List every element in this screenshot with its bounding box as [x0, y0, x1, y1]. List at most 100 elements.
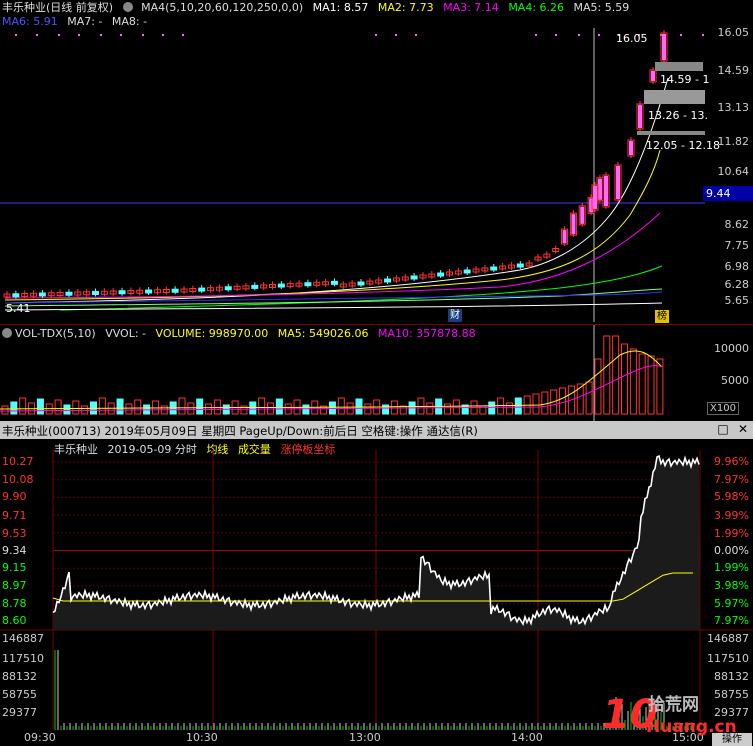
vol-tick: 146887	[707, 632, 749, 645]
candle	[437, 272, 445, 277]
limit-dot	[555, 34, 557, 36]
volume-bar	[302, 404, 310, 415]
ma-line	[4, 149, 661, 301]
volume-bar	[63, 404, 71, 415]
volume-bar	[603, 335, 611, 415]
volume-bar	[98, 397, 106, 415]
volume-bar	[612, 335, 620, 415]
candle-fill	[571, 214, 576, 235]
vol-tick: 29377	[2, 706, 37, 719]
volume-bar	[656, 358, 664, 415]
volume-bar	[328, 401, 336, 415]
candle	[38, 292, 46, 297]
volume-bar	[337, 397, 345, 415]
volume-bar	[187, 402, 195, 415]
volume-bar	[559, 387, 567, 415]
window-title: 丰乐种业(000713) 2019年05月09日 星期四 PageUp/Down…	[2, 424, 478, 438]
badge-bang[interactable]: 榜	[655, 310, 669, 323]
y-tick: 7.75	[724, 239, 750, 252]
candle	[145, 289, 153, 294]
candle	[463, 269, 471, 274]
pct-tick: 1.99%	[714, 527, 749, 540]
volume-bar	[213, 399, 221, 415]
action-button[interactable]: 操作	[712, 733, 752, 746]
volume-bar	[621, 343, 628, 415]
candle-fill	[638, 105, 642, 128]
volume-bar	[426, 402, 434, 415]
candle	[251, 284, 259, 289]
volume-bar	[364, 403, 372, 415]
price-tick: 8.97	[2, 579, 27, 592]
volume-bar	[178, 397, 186, 415]
vol-tick: 58755	[2, 688, 37, 701]
current-price-tag: 9.44	[703, 186, 753, 201]
price-tick: 10.27	[2, 455, 34, 468]
badge-cai[interactable]: 财	[448, 309, 462, 322]
volume-bar	[532, 393, 540, 415]
y-tick: 6.98	[724, 260, 750, 273]
zone2-label: 13.26 - 13.	[648, 109, 708, 122]
candle	[92, 291, 99, 295]
candle	[490, 266, 498, 271]
y-tick: 8.62	[724, 218, 750, 231]
pct-tick: 5.97%	[714, 597, 749, 610]
limit-dot	[375, 34, 377, 36]
intraday-window-titlebar[interactable]: 丰乐种业(000713) 2019年05月09日 星期四 PageUp/Down…	[0, 421, 753, 439]
pct-tick: 9.96%	[714, 455, 749, 468]
vol-tick: 117510	[707, 652, 749, 665]
volume-bar	[10, 401, 18, 415]
time-tick: 14:00	[511, 731, 543, 744]
pct-tick: 5.98%	[714, 490, 749, 503]
volume-bar	[54, 399, 62, 415]
candle-fill	[604, 176, 608, 206]
candle	[118, 290, 126, 295]
volume-bar	[116, 398, 124, 415]
candle	[12, 293, 20, 298]
limit-dot	[578, 34, 580, 36]
volume-bar	[134, 399, 142, 415]
zone-box	[644, 90, 705, 104]
candle	[410, 275, 418, 280]
zone1-label: 14.59 - 1	[660, 73, 710, 86]
pct-tick: 1.99%	[714, 561, 749, 574]
ma-line	[4, 302, 663, 311]
volume-chart[interactable]	[0, 325, 705, 421]
volume-bar	[275, 398, 283, 415]
volume-bar	[258, 397, 266, 415]
volume-bar	[585, 381, 593, 415]
time-tick: 09:30	[24, 731, 56, 744]
vol-tick: 117510	[2, 652, 44, 665]
vol-unit: X100	[707, 402, 739, 415]
zone-box	[655, 62, 703, 71]
candle	[277, 283, 285, 288]
pct-tick: 3.98%	[714, 579, 749, 592]
limit-dots	[15, 34, 704, 36]
candle-fill	[662, 34, 666, 60]
pct-tick: 7.97%	[714, 473, 749, 486]
close-icon[interactable]: ✕	[736, 422, 750, 436]
volume-bar	[125, 403, 133, 415]
price-tick: 8.60	[2, 614, 27, 627]
limit-dot	[15, 34, 17, 36]
limit-dot	[58, 34, 60, 36]
limit-dot	[120, 34, 122, 36]
volume-bar	[196, 398, 204, 415]
candle-fill	[580, 206, 585, 224]
time-tick: 13:00	[349, 731, 381, 744]
limit-dot	[702, 34, 704, 36]
vol-tick: 146887	[2, 632, 44, 645]
limit-dot	[100, 34, 102, 36]
y-tick: 16.05	[717, 26, 750, 39]
time-tick: 10:30	[186, 731, 218, 744]
kline-chart[interactable]	[0, 0, 753, 325]
volume-bar	[72, 400, 80, 415]
price-tick: 9.34	[2, 544, 27, 557]
zone3-label: 12.05 - 12.18	[646, 139, 720, 152]
volume-bar	[1, 405, 9, 415]
y-tick: 10.64	[717, 165, 750, 178]
y-tick: 13.13	[717, 101, 750, 114]
candle	[304, 282, 312, 287]
candles	[3, 30, 668, 299]
price-tick: 9.71	[2, 509, 27, 522]
maximize-icon[interactable]: □	[716, 422, 730, 436]
